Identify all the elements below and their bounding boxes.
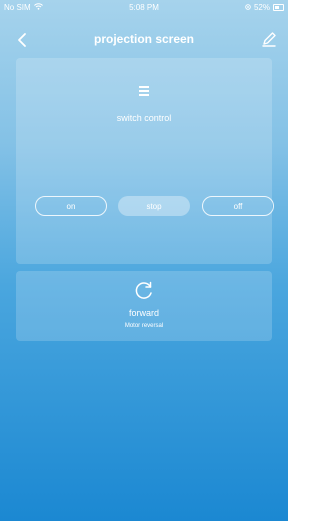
status-bar: No SIM 5:08 PM 52% [0,0,288,16]
status-right: 52% [245,3,284,12]
menu-icon [139,86,149,96]
back-button[interactable] [14,31,32,49]
page-title: projection screen [93,32,195,46]
motor-reversal-label: Motor reversal [124,323,164,329]
location-icon [245,3,251,12]
app-screen: No SIM 5:08 PM 52% projection screen swi… [0,0,288,521]
switch-control-label: switch control [116,113,172,123]
reverse-arrow-icon [135,281,152,299]
stop-button[interactable]: stop [118,196,190,216]
edit-button[interactable] [260,30,278,48]
battery-percent: 52% [253,3,270,12]
battery-icon [273,4,284,11]
motor-direction-label: forward [128,308,159,318]
battery-level [275,6,279,9]
on-button[interactable]: on [35,196,107,216]
edit-pencil-icon [262,32,276,47]
chevron-left-icon [18,33,26,47]
switch-control-card: switch control on stop off [16,58,274,264]
nav-bar: projection screen [0,20,288,56]
off-button[interactable]: off [202,196,274,216]
motor-reversal-card[interactable]: forward Motor reversal [16,271,272,341]
